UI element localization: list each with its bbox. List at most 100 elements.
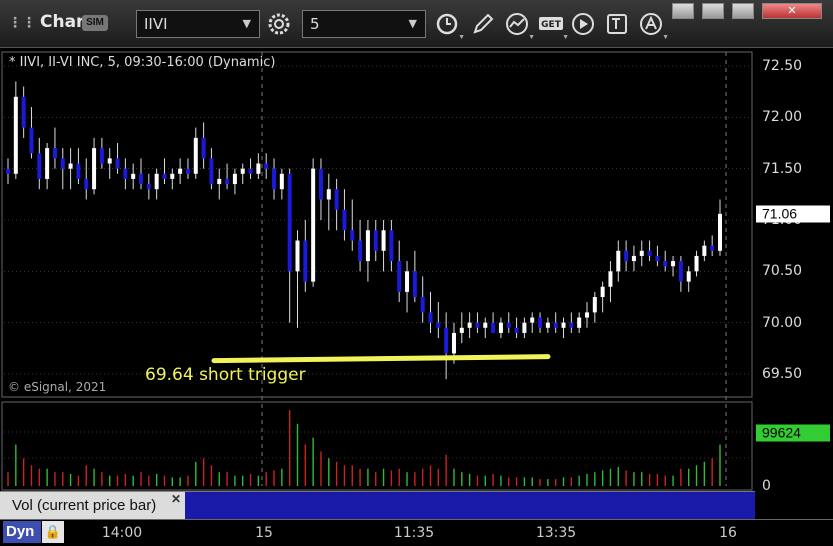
candle-body xyxy=(671,261,676,267)
candle-body xyxy=(522,322,527,333)
candle-body xyxy=(569,322,574,328)
candle-body xyxy=(545,322,550,328)
chevron-down-icon[interactable]: ▼ xyxy=(243,11,251,37)
candle-body xyxy=(115,158,120,169)
candle-body xyxy=(373,230,378,251)
candle-body xyxy=(52,148,57,159)
lock-icon[interactable]: 🔒 xyxy=(42,521,64,543)
candle-body xyxy=(154,173,159,190)
candle-body xyxy=(193,137,198,174)
candle-body xyxy=(600,286,605,297)
candle-body xyxy=(350,230,355,241)
candle-body xyxy=(538,317,543,328)
candle-body xyxy=(84,178,89,190)
candle-body xyxy=(451,332,456,354)
get-icon[interactable]: GET ▼ xyxy=(536,9,569,41)
candle-body xyxy=(256,163,261,174)
y-tick-label: 70.00 xyxy=(762,314,803,331)
candle-body xyxy=(37,153,42,179)
pencil-icon[interactable] xyxy=(468,9,498,39)
candle-body xyxy=(99,148,104,164)
candle-body xyxy=(444,327,449,354)
x-tick-label: 16 xyxy=(719,525,737,541)
x-tick-label: 11:35 xyxy=(393,525,435,541)
restore-button[interactable] xyxy=(702,3,724,19)
candle-body xyxy=(217,178,222,185)
close-icon[interactable]: ✕ xyxy=(171,492,181,506)
candle-body xyxy=(311,168,316,282)
volume-pane-border xyxy=(1,401,753,491)
candle-body xyxy=(45,148,50,179)
candle-body xyxy=(92,148,97,190)
candle-body xyxy=(381,230,386,251)
close-button[interactable]: ✕ xyxy=(762,3,822,19)
candle-body xyxy=(201,137,206,159)
candle-body xyxy=(678,261,683,282)
y-tick-label: 71.50 xyxy=(762,160,803,177)
study-icon[interactable]: ▼ xyxy=(502,9,535,41)
candle-body xyxy=(225,178,230,185)
candle-body xyxy=(6,168,10,174)
candle-body xyxy=(287,173,292,272)
candle-body xyxy=(334,189,339,210)
y-tick-label: 72.00 xyxy=(762,109,803,126)
x-tick-label: 13:35 xyxy=(535,525,577,541)
chevron-down-icon[interactable]: ▼ xyxy=(409,11,417,37)
play-icon[interactable] xyxy=(568,9,598,39)
grip-icon: ⋮⋮ xyxy=(8,15,36,31)
volume-study-label[interactable]: Vol (current price bar) xyxy=(0,491,185,519)
candle-body xyxy=(209,158,214,185)
x-tick-label: 14:00 xyxy=(101,525,143,541)
candle-body xyxy=(436,322,441,328)
candle-body xyxy=(616,250,621,272)
candle-body xyxy=(397,261,402,292)
candle-body xyxy=(264,163,269,169)
candle-body xyxy=(577,317,582,328)
candle-body xyxy=(21,96,26,128)
text-icon[interactable] xyxy=(602,9,632,39)
y-tick-label: 70.50 xyxy=(762,263,803,280)
candle-body xyxy=(647,250,652,256)
chart-title: ⋮⋮ Chart xyxy=(8,12,93,32)
clock-icon[interactable]: ▼ xyxy=(432,9,465,41)
candle-body xyxy=(60,158,65,169)
dyn-button[interactable]: Dyn xyxy=(3,521,41,543)
copyright-text: © eSignal, 2021 xyxy=(8,380,107,394)
close-icon: ✕ xyxy=(787,5,797,17)
candle-body xyxy=(185,168,190,174)
candle-body xyxy=(318,168,323,200)
candle-body xyxy=(663,261,668,267)
candle-body xyxy=(29,127,34,154)
last-price-label: 71.06 xyxy=(756,205,830,223)
candle-body xyxy=(420,297,425,313)
sim-badge: SIM xyxy=(82,15,108,31)
candle-body xyxy=(592,297,597,313)
candle-body xyxy=(146,184,151,190)
candle-body xyxy=(76,163,81,179)
interval-input[interactable]: 5 ▼ xyxy=(302,10,426,38)
candle-body xyxy=(272,168,277,190)
volume-study-bar xyxy=(185,491,755,519)
candle-body xyxy=(232,173,237,185)
candle-body xyxy=(686,271,691,282)
alert-icon[interactable]: ▼ xyxy=(636,9,669,41)
candle-body xyxy=(561,322,566,328)
candle-body xyxy=(428,312,433,323)
candle-body xyxy=(655,255,660,262)
candle-body xyxy=(107,158,112,164)
svg-text:GET: GET xyxy=(541,20,562,30)
candle-body xyxy=(326,189,331,200)
symbol-input[interactable]: IIVI ▼ xyxy=(136,10,260,38)
candle-body xyxy=(639,250,644,256)
trigger-line xyxy=(211,354,551,364)
candle-body xyxy=(631,255,636,262)
candle-body xyxy=(624,250,629,262)
candle-body xyxy=(279,173,284,190)
maximize-button[interactable] xyxy=(732,3,754,19)
candle-body xyxy=(475,322,480,328)
last-volume-label: 99624 xyxy=(756,424,830,442)
minimize-button[interactable] xyxy=(672,3,694,19)
candle-body xyxy=(162,173,167,179)
settings-gear-icon[interactable] xyxy=(264,9,294,39)
candle-body xyxy=(702,245,707,256)
